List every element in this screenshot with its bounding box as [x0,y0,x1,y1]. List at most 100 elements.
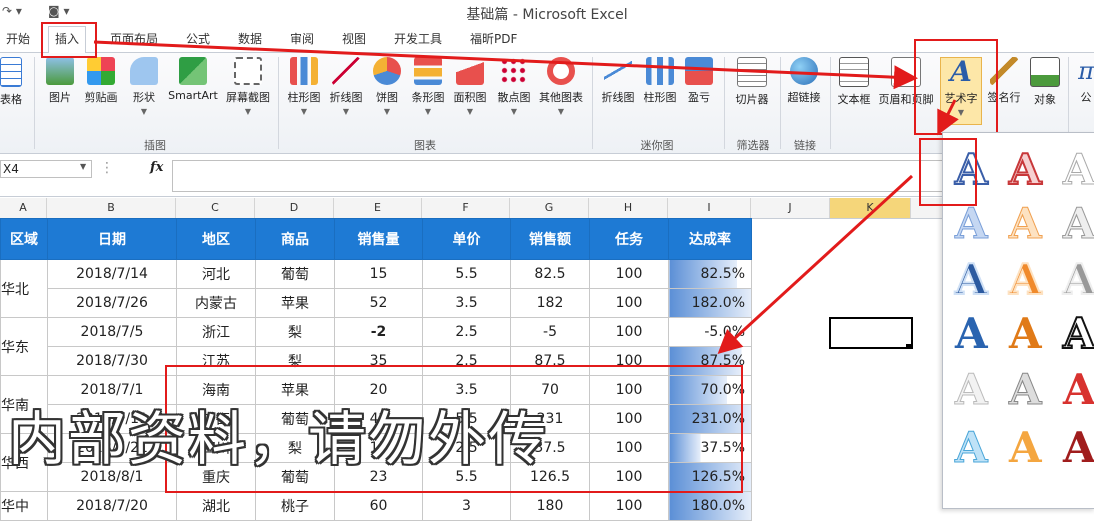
cell-sales[interactable]: -5 [510,317,590,347]
sparkline-winloss-button[interactable]: 盈亏 [682,57,716,105]
header-cell-price[interactable]: 单价 [422,218,511,260]
hyperlink-button[interactable]: 超链接 [784,57,824,105]
cell-area[interactable]: 河北 [176,259,256,289]
wordart-style-14[interactable]: A [1009,365,1043,415]
header-cell-area[interactable]: 地区 [176,218,256,260]
equation-button[interactable]: π 公 [1074,57,1094,105]
wordart-style-17[interactable]: A [1009,423,1042,473]
cell-region[interactable]: 华东 [0,317,48,376]
scatter-chart-button[interactable]: 散点图 ▼ [494,57,534,116]
cell-task[interactable]: 100 [589,317,669,347]
screenshot-button[interactable]: 屏幕截图 ▼ [222,57,274,116]
table-button[interactable]: 表格 [0,57,26,107]
column-header-e[interactable]: E [334,198,422,218]
cell-product[interactable]: 苹果 [255,288,335,318]
wordart-style-16[interactable]: A [955,423,989,473]
active-cell-k4[interactable] [829,317,913,349]
cell-date[interactable]: 2018/7/14 [47,259,177,289]
bar-chart-button[interactable]: 条形图 ▼ [408,57,448,116]
tab-foxit-pdf[interactable]: 福昕PDF [470,30,517,47]
sparkline-column-button[interactable]: 柱形图 [640,57,680,105]
wordart-style-10[interactable]: A [955,309,988,359]
cell-rate[interactable]: 180.0% [668,491,752,521]
cell-date[interactable]: 2018/7/5 [47,317,177,347]
fill-handle[interactable] [906,344,911,349]
cell-date[interactable]: 2018/7/20 [47,491,177,521]
header-cell-sales[interactable]: 销售额 [510,218,590,260]
cell-rate[interactable]: 182.0% [668,288,752,318]
other-charts-button[interactable]: 其他图表 ▼ [536,57,586,116]
header-cell-task[interactable]: 任务 [589,218,669,260]
wordart-style-13[interactable]: A [955,365,989,415]
tab-developer[interactable]: 开发工具 [394,30,442,47]
wordart-style-8[interactable]: A [1008,254,1043,305]
cell-area[interactable]: 湖北 [176,491,256,521]
cell-task[interactable]: 100 [589,491,669,521]
line-chart-button[interactable]: 折线图 ▼ [326,57,366,116]
pie-chart-button[interactable]: 饼图 ▼ [370,57,404,116]
cell-price[interactable]: 2.5 [422,317,511,347]
column-chart-button[interactable]: 柱形图 ▼ [284,57,324,116]
cell-sales[interactable]: 82.5 [510,259,590,289]
cell-qty[interactable]: 15 [334,259,423,289]
cell-date[interactable]: 2018/7/30 [47,346,177,376]
wordart-style-6[interactable]: A [1063,199,1094,249]
cell-qty[interactable]: -2 [334,317,423,347]
column-header-h[interactable]: H [589,198,668,218]
clipart-button[interactable]: 剪贴画 [80,57,122,105]
column-header-g[interactable]: G [510,198,589,218]
cell-price[interactable]: 5.5 [422,259,511,289]
wordart-watermark-text[interactable]: 内部资料，请勿外传 [8,392,548,476]
header-cell-date[interactable]: 日期 [47,218,177,260]
cell-task[interactable]: 100 [589,259,669,289]
wordart-style-11[interactable]: A [1009,309,1042,359]
column-header-b[interactable]: B [47,198,176,218]
wordart-style-5[interactable]: A [1009,199,1043,249]
smartart-button[interactable]: SmartArt [166,57,220,102]
tab-page-layout[interactable]: 页面布局 [110,30,158,47]
wordart-style-2[interactable]: A [1008,144,1043,195]
header-cell-qty[interactable]: 销售量 [334,218,423,260]
cell-rate[interactable]: 82.5% [668,259,752,289]
cell-task[interactable]: 100 [589,288,669,318]
wordart-style-12[interactable]: A [1062,308,1094,359]
column-header-f[interactable]: F [422,198,510,218]
tab-data[interactable]: 数据 [238,30,262,47]
cell-product[interactable]: 桃子 [255,491,335,521]
textbox-button[interactable]: 文本框 [834,57,874,107]
cell-price[interactable]: 3.5 [422,288,511,318]
cell-qty[interactable]: 52 [334,288,423,318]
cell-rate[interactable]: -5.0% [668,317,752,347]
cell-product[interactable]: 梨 [255,317,335,347]
wordart-style-3[interactable]: A [1063,145,1094,195]
cell-price[interactable]: 3 [422,491,511,521]
column-header-d[interactable]: D [255,198,334,218]
resize-handle-icon[interactable]: ⋮ [100,160,114,176]
wordart-style-7[interactable]: A [954,254,989,305]
tab-home[interactable]: 开始 [6,30,30,47]
chevron-down-icon[interactable]: ▼ [80,162,86,171]
header-cell-region[interactable]: 区域 [0,218,48,260]
wordart-style-15[interactable]: A [1063,365,1094,415]
tab-review[interactable]: 审阅 [290,30,314,47]
cell-sales[interactable]: 180 [510,491,590,521]
insert-function-icon[interactable]: fx [150,160,163,175]
sparkline-line-button[interactable]: 折线图 [598,57,638,105]
tab-formulas[interactable]: 公式 [186,30,210,47]
wordart-style-4[interactable]: A [955,199,989,249]
object-button[interactable]: 对象 [1028,57,1062,107]
tab-view[interactable]: 视图 [342,30,366,47]
column-header-k[interactable]: K [830,198,911,218]
cell-date[interactable]: 2018/7/26 [47,288,177,318]
cell-region[interactable]: 华中 [0,491,48,521]
cell-product[interactable]: 葡萄 [255,259,335,289]
slicer-button[interactable]: 切片器 [730,57,774,107]
cell-qty[interactable]: 60 [334,491,423,521]
cell-area[interactable]: 内蒙古 [176,288,256,318]
area-chart-button[interactable]: 面积图 ▼ [450,57,490,116]
column-header-i[interactable]: I [668,198,751,218]
picture-button[interactable]: 图片 [42,57,78,105]
wordart-style-18[interactable]: A [1063,423,1094,473]
column-header-c[interactable]: C [176,198,255,218]
name-box[interactable]: X4 [0,160,92,178]
